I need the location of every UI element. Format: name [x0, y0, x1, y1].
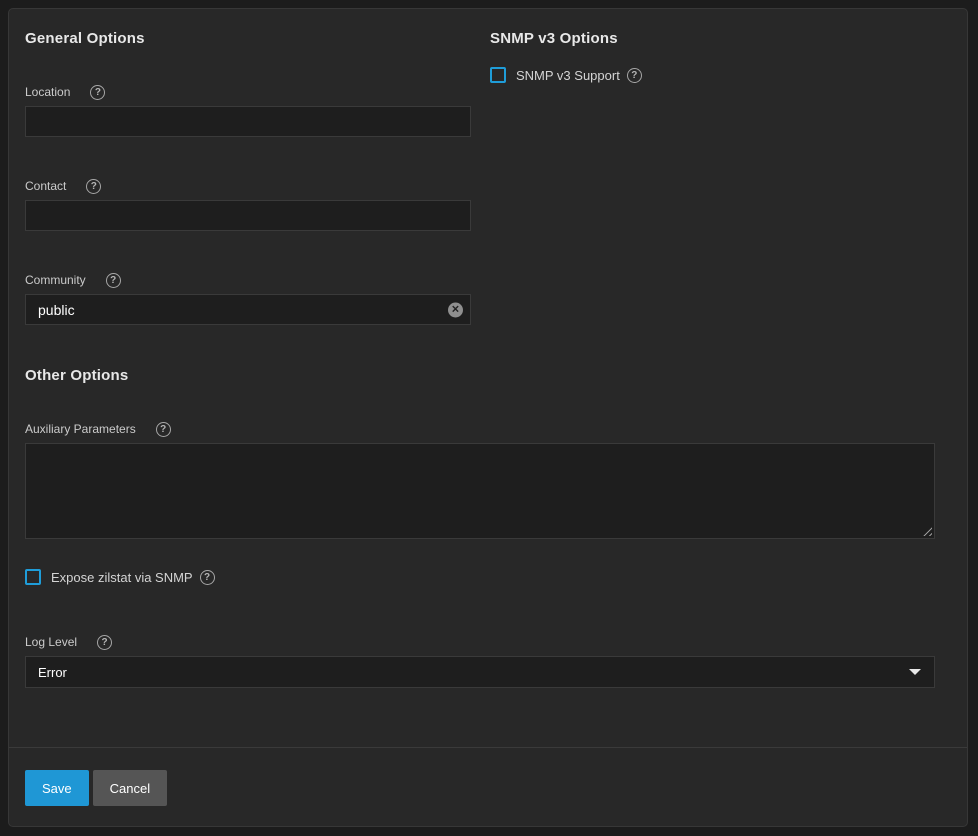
contact-input[interactable] — [25, 200, 471, 231]
location-input[interactable] — [25, 106, 471, 137]
auxiliary-parameters-textarea[interactable] — [25, 443, 935, 539]
snmp-config-card: General Options Location ? Contact ? Com… — [8, 8, 968, 827]
log-level-select[interactable]: Error — [25, 656, 935, 688]
location-label: Location — [25, 85, 71, 99]
auxiliary-parameters-label: Auxiliary Parameters — [25, 422, 136, 436]
expose-zilstat-row: Expose zilstat via SNMP ? — [25, 569, 951, 585]
help-icon[interactable]: ? — [97, 634, 113, 650]
snmp-v3-support-checkbox[interactable] — [490, 67, 506, 83]
other-options-title: Other Options — [25, 367, 129, 384]
cancel-button[interactable]: Cancel — [92, 770, 168, 806]
chevron-down-icon — [909, 669, 921, 675]
location-field: Location ? — [25, 84, 471, 137]
snmp-v3-support-label: SNMP v3 Support — [516, 67, 620, 83]
expose-zilstat-checkbox[interactable] — [25, 569, 41, 585]
contact-label: Contact — [25, 179, 67, 193]
log-level-field: Log Level ? Error — [25, 634, 951, 688]
help-icon[interactable]: ? — [155, 421, 171, 437]
community-field: Community ? ✕ — [25, 272, 471, 325]
form-content: General Options Location ? Contact ? Com… — [9, 9, 967, 688]
auxiliary-parameters-field: Auxiliary Parameters ? — [25, 421, 951, 539]
save-button[interactable]: Save — [25, 770, 89, 806]
community-input[interactable] — [25, 294, 471, 325]
help-icon[interactable]: ? — [199, 569, 215, 585]
general-options-section: General Options Location ? Contact ? Com… — [25, 29, 471, 366]
general-options-title: General Options — [25, 30, 145, 47]
log-level-label: Log Level — [25, 635, 78, 649]
snmp-v3-support-row: SNMP v3 Support ? — [490, 67, 951, 83]
community-label: Community — [25, 273, 86, 287]
clear-input-icon[interactable]: ✕ — [448, 302, 463, 317]
form-actions: Save Cancel — [9, 748, 967, 824]
log-level-selected-value: Error — [38, 664, 67, 680]
help-icon[interactable]: ? — [90, 84, 106, 100]
other-options-section: Other Options Auxiliary Parameters ? Exp… — [25, 366, 951, 688]
help-icon[interactable]: ? — [626, 67, 642, 83]
expose-zilstat-label: Expose zilstat via SNMP — [51, 569, 193, 585]
top-columns: General Options Location ? Contact ? Com… — [25, 29, 951, 366]
snmp-v3-options-section: SNMP v3 Options SNMP v3 Support ? — [490, 29, 951, 366]
snmp-v3-options-title: SNMP v3 Options — [490, 30, 618, 47]
help-icon[interactable]: ? — [105, 272, 121, 288]
contact-field: Contact ? — [25, 178, 471, 231]
help-icon[interactable]: ? — [86, 178, 102, 194]
